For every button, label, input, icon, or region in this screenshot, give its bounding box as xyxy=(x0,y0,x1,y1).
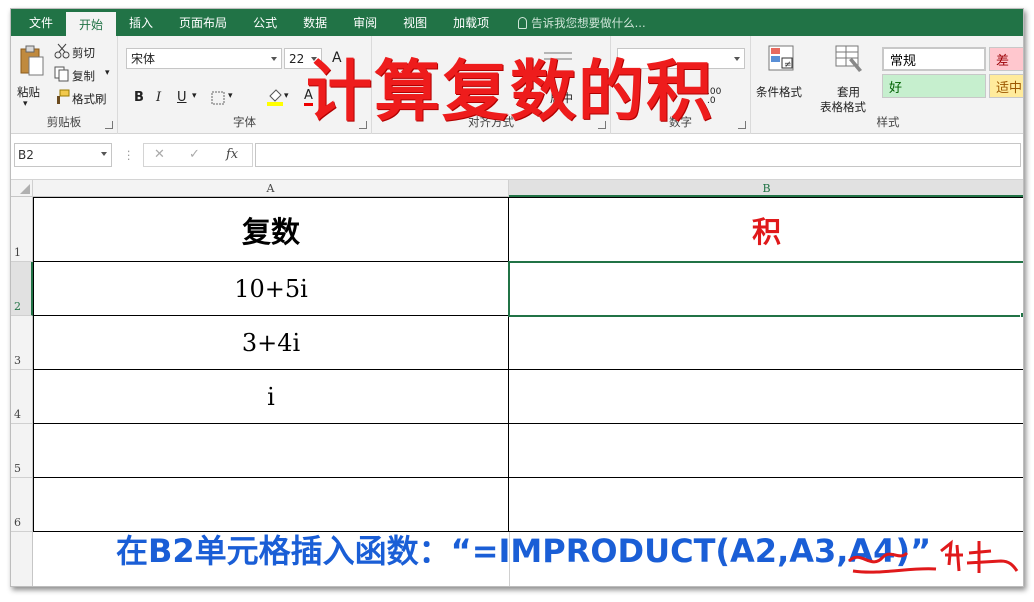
tell-me-text: 告诉我您想要做什么... xyxy=(531,15,646,30)
select-all-corner[interactable] xyxy=(11,180,33,197)
bold-button[interactable]: B xyxy=(134,90,144,105)
cell-b5[interactable] xyxy=(509,424,1023,478)
clipboard-group: 粘贴 ▾ 剪切 复制 ▾ 格式刷 剪贴板 xyxy=(11,36,118,134)
cell-a3[interactable]: 3+4i xyxy=(33,316,509,370)
cell-b1[interactable]: 积 xyxy=(509,197,1023,262)
conditional-format-icon[interactable]: ≠ xyxy=(767,44,797,74)
tab-review[interactable]: 审阅 xyxy=(340,9,390,36)
format-as-table-label-2[interactable]: 表格格式 xyxy=(820,99,866,115)
cell-a5[interactable] xyxy=(33,424,509,478)
insert-function-icon[interactable]: fx xyxy=(226,147,238,162)
name-box-value: B2 xyxy=(18,148,34,162)
row-header-3[interactable]: 3 xyxy=(11,316,33,370)
styles-group-label: 样式 xyxy=(876,115,900,129)
paste-label[interactable]: 粘贴 xyxy=(17,84,40,100)
cell-a6[interactable] xyxy=(33,478,509,532)
conditional-format-button[interactable]: 条件格式 xyxy=(756,84,802,100)
fill-color-icon[interactable] xyxy=(266,88,284,106)
font-name-value: 宋体 xyxy=(131,52,156,66)
tab-formulas[interactable]: 公式 xyxy=(240,9,290,36)
row-header-5[interactable]: 5 xyxy=(11,424,33,478)
cell-a1[interactable]: 复数 xyxy=(33,197,509,262)
formula-buttons: ✕ ✓ fx xyxy=(143,143,253,167)
svg-text:≠: ≠ xyxy=(784,60,792,70)
cell-b4[interactable] xyxy=(509,370,1023,424)
copy-dropdown-icon[interactable]: ▾ xyxy=(105,68,110,78)
cell-a2[interactable]: 10+5i xyxy=(33,262,509,316)
tab-view[interactable]: 视图 xyxy=(390,9,440,36)
font-size-value: 22 xyxy=(289,51,305,66)
scissors-icon[interactable] xyxy=(54,43,70,59)
format-as-table-icon[interactable] xyxy=(834,44,864,74)
fill-handle[interactable] xyxy=(1020,312,1023,318)
format-painter-icon[interactable] xyxy=(54,89,70,105)
chevron-down-icon xyxy=(271,57,277,61)
ribbon-home: 粘贴 ▾ 剪切 复制 ▾ 格式刷 剪贴板 宋体 22 A B I U ▾ ▾ ▾… xyxy=(11,36,1023,134)
name-box[interactable]: B2 xyxy=(14,143,112,167)
cell-style-normal[interactable]: 常规 xyxy=(882,47,986,71)
tab-data[interactable]: 数据 xyxy=(290,9,340,36)
clipboard-launcher-icon[interactable] xyxy=(105,121,113,129)
clipboard-group-label: 剪贴板 xyxy=(46,115,82,129)
tab-page-layout[interactable]: 页面布局 xyxy=(166,9,240,36)
font-name-select[interactable]: 宋体 xyxy=(126,48,282,69)
border-dropdown-icon[interactable]: ▾ xyxy=(228,91,233,101)
cancel-icon[interactable]: ✕ xyxy=(154,147,165,162)
fill-color-dropdown-icon[interactable]: ▾ xyxy=(284,91,289,101)
tab-addins[interactable]: 加载项 xyxy=(440,9,502,36)
paste-icon[interactable] xyxy=(19,45,45,77)
signature-logo xyxy=(847,539,1019,574)
enter-icon[interactable]: ✓ xyxy=(189,147,200,162)
tell-me-search[interactable]: 告诉我您想要做什么... xyxy=(502,9,646,36)
formula-bar-splitter-icon[interactable]: ⋮ xyxy=(123,148,135,162)
paste-dropdown-icon[interactable]: ▾ xyxy=(23,99,28,109)
column-header-b[interactable]: B xyxy=(509,180,1023,197)
cell-b6[interactable] xyxy=(509,478,1023,532)
row-header-2[interactable]: 2 xyxy=(11,262,33,316)
select-all-triangle-icon xyxy=(20,184,30,194)
selected-cell-outline xyxy=(508,261,1023,317)
copy-button[interactable]: 复制 xyxy=(72,68,95,84)
row-header-6[interactable]: 6 xyxy=(11,478,33,532)
cut-button[interactable]: 剪切 xyxy=(72,45,95,61)
underline-dropdown-icon[interactable]: ▾ xyxy=(192,91,197,101)
copy-icon[interactable] xyxy=(54,66,70,82)
border-icon[interactable] xyxy=(211,91,225,105)
instruction-caption: 在B2单元格插入函数：“=IMPRODUCT(A2,A3,A4)” xyxy=(116,532,932,570)
ribbon-tab-bar: 文件 开始 插入 页面布局 公式 数据 审阅 视图 加载项 告诉我您想要做什么.… xyxy=(11,9,1023,36)
underline-button[interactable]: U xyxy=(177,90,187,105)
cell-style-good[interactable]: 好 xyxy=(882,74,986,98)
excel-window: 文件 开始 插入 页面布局 公式 数据 审阅 视图 加载项 告诉我您想要做什么.… xyxy=(10,8,1024,587)
row-header-1[interactable]: 1 xyxy=(11,197,33,262)
tab-file[interactable]: 文件 xyxy=(16,9,66,36)
format-as-table-label-1[interactable]: 套用 xyxy=(837,84,860,100)
row-header-4[interactable]: 4 xyxy=(11,370,33,424)
tab-insert[interactable]: 插入 xyxy=(116,9,166,36)
tab-home[interactable]: 开始 xyxy=(66,12,117,36)
chevron-down-icon xyxy=(734,57,740,61)
chevron-down-icon xyxy=(101,152,107,156)
format-painter-button[interactable]: 格式刷 xyxy=(72,91,107,107)
cell-a4[interactable]: i xyxy=(33,370,509,424)
styles-group: ≠ 条件格式 套用 表格格式 常规 差 好 适中 样式 xyxy=(751,36,1023,134)
row-header-7[interactable] xyxy=(11,532,33,586)
column-header-a[interactable]: A xyxy=(33,180,509,197)
cell-style-bad[interactable]: 差 xyxy=(989,47,1023,71)
lightbulb-icon xyxy=(518,16,528,29)
overlay-title: 计算复数的积 xyxy=(306,53,714,130)
formula-bar: B2 ⋮ ✕ ✓ fx xyxy=(11,135,1023,180)
cell-b3[interactable] xyxy=(509,316,1023,370)
number-launcher-icon[interactable] xyxy=(738,121,746,129)
cell-style-neutral[interactable]: 适中 xyxy=(989,74,1023,98)
italic-button[interactable]: I xyxy=(156,90,161,105)
formula-input[interactable] xyxy=(255,143,1021,167)
